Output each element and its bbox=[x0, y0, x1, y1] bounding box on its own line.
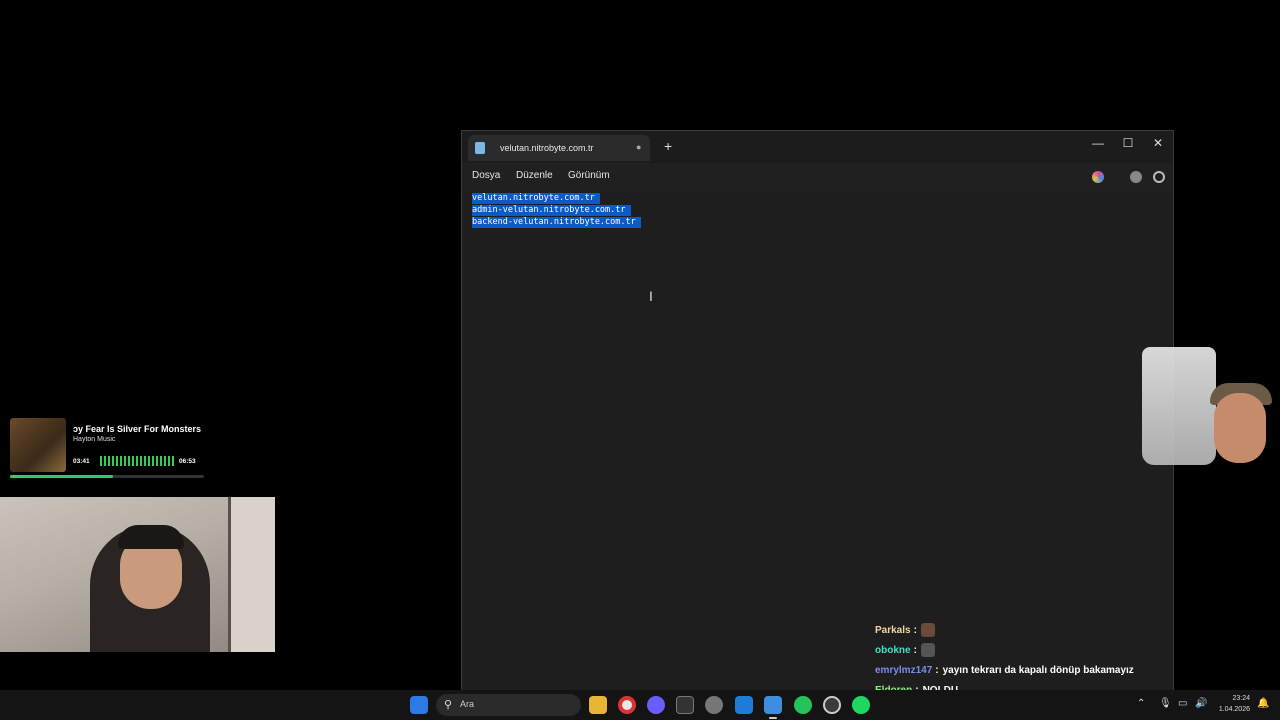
chat-message: obokne: bbox=[871, 640, 1171, 660]
glass-sticker bbox=[1142, 347, 1216, 465]
app-icon[interactable] bbox=[823, 696, 841, 714]
tab-active[interactable]: velutan.nitrobyte.com.tr ● bbox=[468, 135, 650, 161]
sticker-overlay bbox=[1140, 347, 1272, 492]
song-artist: Hayton Music bbox=[73, 436, 116, 443]
minimize-button[interactable]: — bbox=[1088, 136, 1108, 150]
discord-icon[interactable] bbox=[647, 696, 665, 714]
chat-message: emrylmz147: yayın tekrarı da kapalı dönüp… bbox=[871, 660, 1171, 680]
album-art bbox=[10, 418, 66, 472]
notepad-window: velutan.nitrobyte.com.tr ● + — ☐ ✕ Dosya… bbox=[461, 130, 1174, 691]
chat-username: obokne bbox=[875, 644, 911, 656]
taskbar: ⚲ Ara ⌃ 🎙 ▭ 🔊 23:24 1.04.2026 🔔 bbox=[0, 690, 1280, 720]
text-cursor-icon: I bbox=[649, 288, 653, 304]
chat-username: Parkals bbox=[875, 624, 911, 636]
clock[interactable]: 23:24 1.04.2026 bbox=[1216, 693, 1250, 715]
title-bar: velutan.nitrobyte.com.tr ● + — ☐ ✕ bbox=[462, 131, 1173, 163]
chat-separator: : bbox=[913, 644, 917, 656]
webcam-background bbox=[228, 497, 275, 652]
account-icon[interactable] bbox=[1130, 171, 1142, 183]
gear-icon[interactable] bbox=[1153, 171, 1165, 183]
emote-icon bbox=[920, 643, 935, 657]
music-widget: ɔy Fear Is Silver For Monsters Hayton Mu… bbox=[6, 416, 206, 482]
chrome-icon[interactable] bbox=[618, 696, 636, 714]
search-icon: ⚲ bbox=[444, 699, 453, 711]
emote-icon bbox=[920, 623, 935, 637]
editor-line: velutan.nitrobyte.com.tr bbox=[472, 193, 600, 204]
maximize-button[interactable]: ☐ bbox=[1118, 136, 1138, 150]
close-button[interactable]: ✕ bbox=[1148, 136, 1168, 150]
unsaved-dot-icon[interactable]: ● bbox=[636, 142, 641, 152]
waveform bbox=[100, 456, 176, 466]
elapsed-time: 03:41 bbox=[73, 458, 90, 465]
copilot-icon[interactable] bbox=[1092, 171, 1104, 183]
notification-bell-icon[interactable]: 🔔 bbox=[1257, 698, 1269, 709]
chat-text: yayın tekrarı da kapalı dönüp bakamayız bbox=[942, 664, 1134, 676]
chat-username: emrylmz147 bbox=[875, 664, 933, 676]
volume-icon[interactable]: 🔊 bbox=[1195, 698, 1207, 709]
microphone-icon[interactable]: 🎙 bbox=[1159, 698, 1172, 709]
menu-edit[interactable]: Düzenle bbox=[516, 170, 553, 181]
editor-line: admin-velutan.nitrobyte.com.tr bbox=[472, 205, 631, 216]
chat-message: Parkals: bbox=[871, 620, 1171, 640]
song-title: ɔy Fear Is Silver For Monsters bbox=[73, 424, 202, 434]
progress-fill bbox=[10, 475, 113, 478]
search-box[interactable]: ⚲ Ara bbox=[436, 694, 581, 716]
network-icon[interactable]: ▭ bbox=[1178, 698, 1187, 709]
search-placeholder: Ara bbox=[460, 699, 475, 709]
active-indicator bbox=[769, 717, 777, 719]
clock-date: 1.04.2026 bbox=[1218, 706, 1250, 713]
terminal-icon[interactable] bbox=[676, 696, 694, 714]
new-tab-button[interactable]: + bbox=[664, 139, 672, 153]
editor-line: backend-velutan.nitrobyte.com.tr bbox=[472, 217, 641, 228]
vscode-icon[interactable] bbox=[735, 696, 753, 714]
settings-icon[interactable] bbox=[705, 696, 723, 714]
chat-separator: : bbox=[913, 624, 917, 636]
menu-view[interactable]: Görünüm bbox=[568, 170, 610, 181]
duration-time: 06:53 bbox=[179, 458, 196, 465]
notepad-taskbar-icon[interactable] bbox=[764, 696, 782, 714]
chat-separator: : bbox=[935, 664, 939, 676]
sticker-face bbox=[1214, 393, 1266, 463]
text-editor[interactable]: velutan.nitrobyte.com.tr admin-velutan.n… bbox=[462, 191, 1173, 691]
progress-bar bbox=[10, 475, 204, 478]
notepad-icon bbox=[475, 142, 485, 154]
menu-bar: Dosya Düzenle Görünüm bbox=[462, 163, 1173, 191]
tab-title: velutan.nitrobyte.com.tr bbox=[500, 143, 594, 153]
start-icon[interactable] bbox=[410, 696, 428, 714]
menu-file[interactable]: Dosya bbox=[472, 170, 500, 181]
webcam-feed bbox=[0, 497, 275, 652]
clock-time: 23:24 bbox=[1232, 695, 1250, 702]
file-explorer-icon[interactable] bbox=[589, 696, 607, 714]
streamer-headphones bbox=[118, 525, 184, 549]
whatsapp-icon[interactable] bbox=[794, 696, 812, 714]
tray-chevron-icon[interactable]: ⌃ bbox=[1137, 698, 1145, 709]
spotify-icon[interactable] bbox=[852, 696, 870, 714]
